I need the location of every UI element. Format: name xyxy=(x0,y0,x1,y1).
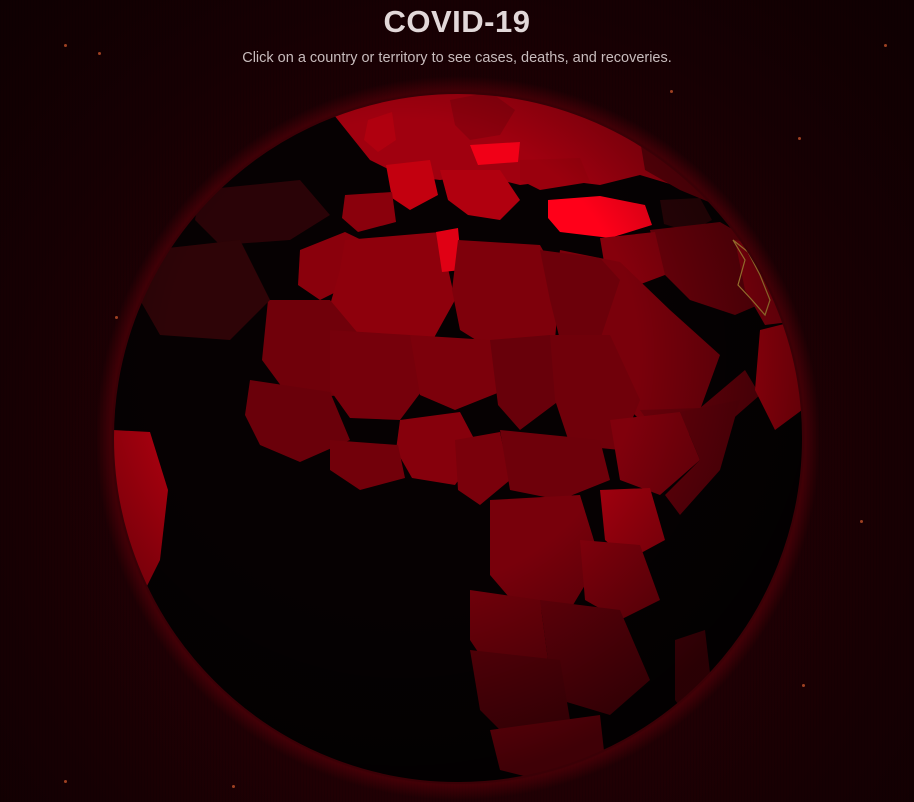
globe-stage: COVID-19 Click on a country or territory… xyxy=(0,0,914,802)
globe-shading xyxy=(113,93,803,783)
globe[interactable] xyxy=(0,0,914,802)
